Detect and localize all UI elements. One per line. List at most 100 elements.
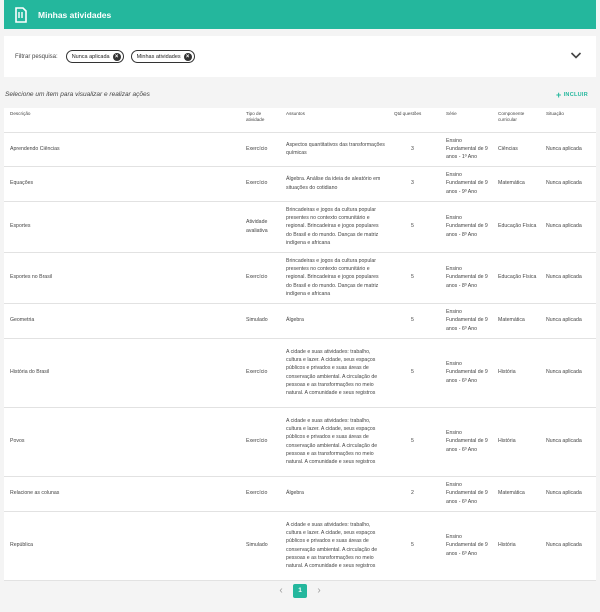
table-row[interactable]: República Simulado A cidade e suas ativi… bbox=[4, 511, 596, 581]
include-label: INCLUIR bbox=[563, 92, 588, 98]
cell-serie: Ensino Fundamental de 9 anos - 9º Ano bbox=[440, 166, 492, 202]
cell-situacao: Nunca aplicada bbox=[540, 476, 596, 512]
cell-qtd: 3 bbox=[388, 132, 440, 167]
cell-serie: Ensino Fundamental de 9 anos - 8º Ano bbox=[440, 252, 492, 304]
include-button[interactable]: + INCLUIR bbox=[556, 90, 588, 100]
cell-tipo: Exercício bbox=[240, 407, 280, 477]
page-title: Minhas atividades bbox=[38, 9, 112, 20]
table-row[interactable]: Povos Exercício A cidade e suas atividad… bbox=[4, 407, 596, 477]
cell-assuntos: Brincadeiras e jogos da cultura popular … bbox=[280, 201, 388, 253]
cell-serie: Ensino Fundamental de 9 anos - 6º Ano bbox=[440, 303, 492, 339]
cell-assuntos: A cidade e suas atividades: trabalho, cu… bbox=[280, 338, 388, 408]
cell-descricao: Geometria bbox=[4, 303, 240, 339]
cell-situacao: Nunca aplicada bbox=[540, 511, 596, 581]
cell-descricao: Relacione as colunas bbox=[4, 476, 240, 512]
cell-descricao: República bbox=[4, 511, 240, 581]
cell-descricao: Equações bbox=[4, 166, 240, 202]
table-row[interactable]: Relacione as colunas Exercício Álgebra 2… bbox=[4, 476, 596, 512]
cell-assuntos: Álgebra bbox=[280, 476, 388, 512]
close-icon[interactable]: × bbox=[183, 52, 192, 61]
cell-serie: Ensino Fundamental de 9 anos - 6º Ano bbox=[440, 407, 492, 477]
cell-tipo: Simulado bbox=[240, 511, 280, 581]
filter-bar: Filtrar pesquisa: Nunca aplicada × Minha… bbox=[4, 36, 596, 77]
cell-serie: Ensino Fundamental de 9 anos - 6º Ano bbox=[440, 511, 492, 581]
chip-label: Minhas atividades bbox=[136, 53, 181, 60]
cell-qtd: 5 bbox=[388, 252, 440, 304]
column-header-tipo[interactable]: Tipo de atividade bbox=[240, 108, 280, 133]
chip-label: Nunca aplicada bbox=[71, 53, 110, 60]
table-row[interactable]: Geometria Simulado Álgebra 5 Ensino Fund… bbox=[4, 303, 596, 339]
cell-qtd: 5 bbox=[388, 407, 440, 477]
cell-tipo: Exercício bbox=[240, 252, 280, 304]
cell-componente: História bbox=[492, 511, 540, 581]
cell-qtd: 3 bbox=[388, 166, 440, 202]
cell-tipo: Exercício bbox=[240, 476, 280, 512]
column-header-qtd[interactable]: Qtd questões bbox=[388, 108, 440, 133]
cell-tipo: Exercício bbox=[240, 166, 280, 202]
close-icon[interactable]: × bbox=[112, 52, 121, 61]
cell-tipo: Simulado bbox=[240, 303, 280, 339]
cell-serie: Ensino Fundamental de 9 anos - 6º Ano bbox=[440, 338, 492, 408]
column-header-serie[interactable]: Série bbox=[440, 108, 492, 133]
column-header-componente[interactable]: Componente curricular bbox=[492, 108, 540, 133]
column-header-assuntos[interactable]: Assuntos bbox=[280, 108, 388, 133]
cell-situacao: Nunca aplicada bbox=[540, 166, 596, 202]
plus-icon: + bbox=[556, 90, 562, 100]
cell-serie: Ensino Fundamental de 9 anos - 1º Ano bbox=[440, 132, 492, 167]
cell-tipo: Exercício bbox=[240, 132, 280, 167]
cell-descricao: História do Brasil bbox=[4, 338, 240, 408]
cell-situacao: Nunca aplicada bbox=[540, 407, 596, 477]
cell-descricao: Esportes no Brasil bbox=[4, 252, 240, 304]
page-button-current[interactable]: 1 bbox=[293, 584, 307, 598]
cell-componente: Educação Física bbox=[492, 252, 540, 304]
pagination: ‹ 1 › bbox=[0, 584, 600, 598]
cell-componente: Ciências bbox=[492, 132, 540, 167]
table-row[interactable]: Equações Exercício Álgebra. Análise da i… bbox=[4, 166, 596, 202]
cell-situacao: Nunca aplicada bbox=[540, 338, 596, 408]
cell-assuntos: Brincadeiras e jogos da cultura popular … bbox=[280, 252, 388, 304]
cell-componente: Matemática bbox=[492, 166, 540, 202]
table-row[interactable]: História do Brasil Exercício A cidade e … bbox=[4, 338, 596, 408]
cell-tipo: Exercício bbox=[240, 338, 280, 408]
cell-descricao: Esportes bbox=[4, 201, 240, 253]
cell-componente: História bbox=[492, 338, 540, 408]
cell-situacao: Nunca aplicada bbox=[540, 252, 596, 304]
document-logo-icon bbox=[14, 6, 28, 23]
cell-qtd: 5 bbox=[388, 338, 440, 408]
cell-serie: Ensino Fundamental de 9 anos - 8º Ano bbox=[440, 201, 492, 253]
table-row[interactable]: Esportes Atividade avaliativa Brincadeir… bbox=[4, 201, 596, 253]
cell-componente: Educação Física bbox=[492, 201, 540, 253]
chevron-right-icon[interactable]: › bbox=[312, 584, 326, 598]
app-header: Minhas atividades bbox=[4, 0, 596, 29]
cell-assuntos: A cidade e suas atividades: trabalho, cu… bbox=[280, 407, 388, 477]
cell-componente: Matemática bbox=[492, 476, 540, 512]
column-header-descricao[interactable]: Descrição bbox=[4, 108, 240, 133]
column-header-situacao[interactable]: Situação bbox=[540, 108, 596, 133]
filter-label: Filtrar pesquisa: bbox=[15, 53, 58, 60]
cell-qtd: 5 bbox=[388, 511, 440, 581]
table-header-row: Descrição Tipo de atividade Assuntos Qtd… bbox=[4, 108, 596, 133]
cell-assuntos: Álgebra. Análise da ideia de aleatório e… bbox=[280, 166, 388, 202]
filter-chip-minhas-atividades[interactable]: Minhas atividades × bbox=[130, 50, 195, 63]
cell-descricao: Aprendendo Ciências bbox=[4, 132, 240, 167]
cell-qtd: 2 bbox=[388, 476, 440, 512]
cell-descricao: Povos bbox=[4, 407, 240, 477]
table-row[interactable]: Esportes no Brasil Exercício Brincadeira… bbox=[4, 252, 596, 304]
cell-situacao: Nunca aplicada bbox=[540, 132, 596, 167]
cell-assuntos: Álgebra bbox=[280, 303, 388, 339]
cell-situacao: Nunca aplicada bbox=[540, 303, 596, 339]
selection-hint: Selecione um item para visualizar e real… bbox=[5, 91, 150, 98]
cell-componente: Matemática bbox=[492, 303, 540, 339]
cell-qtd: 5 bbox=[388, 201, 440, 253]
cell-qtd: 5 bbox=[388, 303, 440, 339]
filter-chip-nunca-aplicada[interactable]: Nunca aplicada × bbox=[65, 50, 124, 63]
activities-table: Descrição Tipo de atividade Assuntos Qtd… bbox=[4, 108, 596, 581]
table-row[interactable]: Aprendendo Ciências Exercício Aspectos q… bbox=[4, 132, 596, 167]
cell-assuntos: Aspectos quantitativos das transformaçõe… bbox=[280, 132, 388, 167]
chevron-left-icon[interactable]: ‹ bbox=[274, 584, 288, 598]
chevron-down-icon[interactable] bbox=[570, 50, 582, 60]
cell-serie: Ensino Fundamental de 9 anos - 6º Ano bbox=[440, 476, 492, 512]
cell-situacao: Nunca aplicada bbox=[540, 201, 596, 253]
cell-componente: História bbox=[492, 407, 540, 477]
cell-tipo: Atividade avaliativa bbox=[240, 201, 280, 253]
